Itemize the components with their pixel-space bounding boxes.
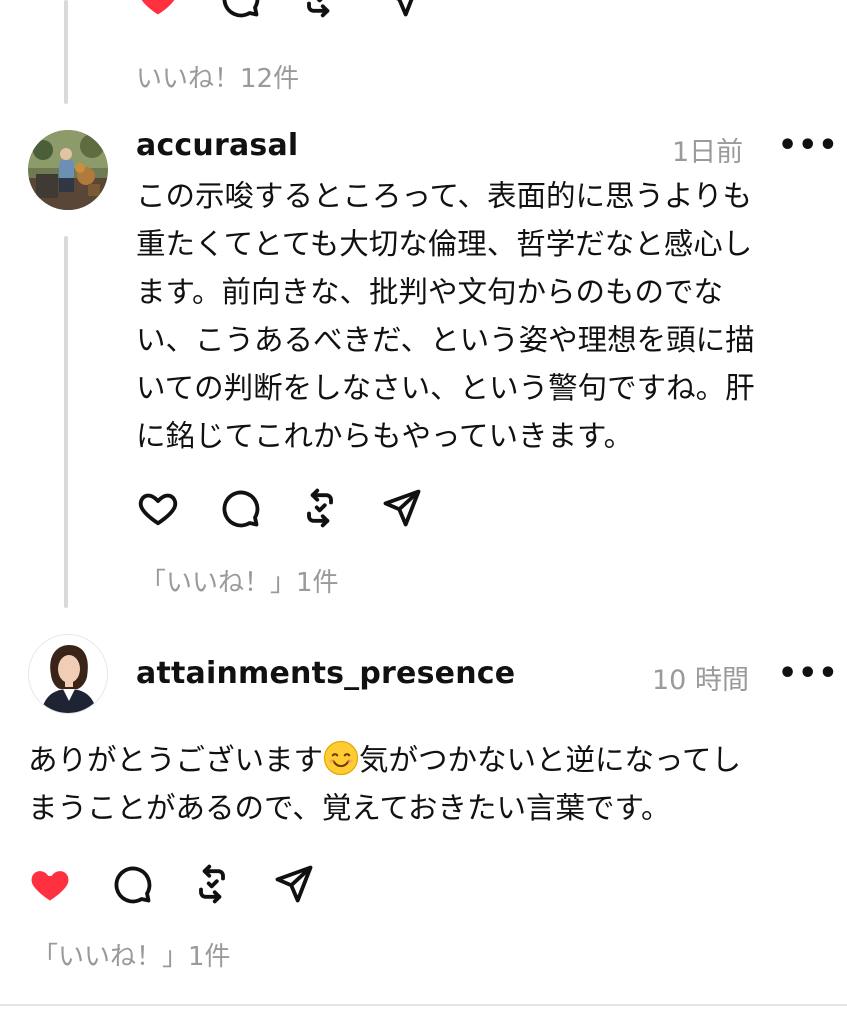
more-options-button[interactable]: ••• bbox=[778, 656, 839, 691]
comment-line: い、こうあるべきだ、という姿や理想を頭に描 bbox=[136, 323, 755, 357]
send-icon bbox=[272, 862, 316, 906]
comment-icon bbox=[110, 862, 154, 906]
username[interactable]: attainments_presence bbox=[136, 656, 515, 691]
send-icon bbox=[380, 0, 424, 20]
comment-button[interactable] bbox=[218, 486, 262, 530]
comment-line: 重たくてとても大切な倫理、哲学だなと感心し bbox=[136, 227, 753, 261]
repost-icon bbox=[298, 486, 342, 530]
avatar[interactable] bbox=[28, 130, 108, 210]
share-button[interactable] bbox=[380, 486, 424, 530]
timestamp: 10 時間 bbox=[652, 665, 749, 696]
heart-filled-icon bbox=[28, 862, 72, 906]
repost-button[interactable] bbox=[298, 486, 342, 530]
comment-line: まうことがあるので、覚えておきたい言葉です。 bbox=[28, 791, 671, 825]
comment-line: この示唆するところって、表面的に思うよりも bbox=[136, 179, 752, 213]
username[interactable]: accurasal bbox=[136, 128, 298, 163]
likes-count[interactable]: 「いいね！」1件 bbox=[140, 562, 339, 599]
comment-icon bbox=[218, 0, 262, 20]
comment-line: に銘じてこれからもやっていきます。 bbox=[136, 419, 634, 453]
divider bbox=[0, 1004, 847, 1006]
heart-outline-icon bbox=[136, 486, 180, 530]
like-button[interactable] bbox=[136, 0, 180, 20]
comment-button[interactable] bbox=[110, 862, 154, 906]
like-button[interactable] bbox=[136, 486, 180, 530]
comment-text: ありがとうございます bbox=[28, 743, 324, 777]
repost-button[interactable] bbox=[190, 862, 234, 906]
comment-icon bbox=[218, 486, 262, 530]
repost-button[interactable] bbox=[298, 0, 342, 20]
comment-line: ありがとうございます 気がつかないと逆になってし bbox=[28, 736, 741, 791]
heart-filled-icon bbox=[136, 0, 180, 20]
repost-icon bbox=[298, 0, 342, 20]
comment-text: 気がつかないと逆になってし bbox=[359, 743, 742, 777]
share-button[interactable] bbox=[380, 0, 424, 20]
share-button[interactable] bbox=[272, 862, 316, 906]
like-button[interactable] bbox=[28, 862, 72, 906]
more-options-button[interactable]: ••• bbox=[778, 128, 839, 163]
timestamp: 1日前 bbox=[672, 137, 744, 168]
smiling-face-icon bbox=[323, 740, 359, 791]
likes-count[interactable]: いいね！12件 bbox=[136, 58, 299, 95]
avatar[interactable] bbox=[28, 634, 108, 714]
comment-line: ます。前向きな、批判や文句からのものでな bbox=[136, 275, 724, 309]
thread-line bbox=[64, 0, 68, 104]
send-icon bbox=[380, 486, 424, 530]
comment-line: いての判断をしなさい、という警句ですね。肝 bbox=[136, 371, 755, 405]
likes-count[interactable]: 「いいね！」1件 bbox=[32, 936, 231, 973]
comment-button[interactable] bbox=[218, 0, 262, 20]
repost-icon bbox=[190, 862, 234, 906]
thread-line bbox=[64, 236, 68, 608]
